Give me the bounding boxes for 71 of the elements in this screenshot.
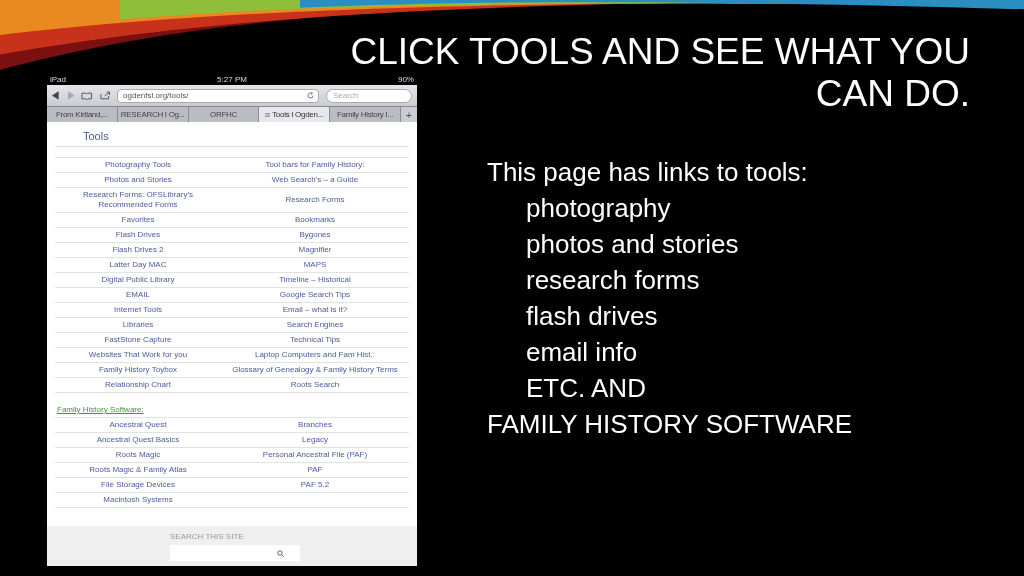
tool-link[interactable]: Web Search’s – a Guide: [221, 172, 409, 187]
tool-link[interactable]: Research Forms: OFSLibrary’s Recommended Forms: [55, 187, 221, 212]
tool-link[interactable]: Search Engines: [221, 317, 409, 332]
tool-link[interactable]: Photography Tools: [55, 157, 221, 172]
browser-tab[interactable]: RESEARCH I Og...: [117, 107, 189, 122]
tool-link[interactable]: Personal Ancestral File (PAF): [221, 447, 409, 462]
clock: 5:27 PM: [217, 75, 247, 84]
tool-link[interactable]: Favorites: [55, 212, 221, 227]
back-icon[interactable]: [52, 91, 60, 100]
bullet-text: FAMILY HISTORY SOFTWARE: [487, 408, 854, 441]
tool-link[interactable]: Family History Toybox: [55, 362, 221, 377]
bullet-text: This page has links to tools:: [487, 156, 809, 189]
tool-link[interactable]: FastStone Capture: [55, 332, 221, 347]
tool-link[interactable]: Roots Magic: [55, 447, 221, 462]
tool-link[interactable]: Photos and Stories: [55, 172, 221, 187]
tool-link[interactable]: Relationship Chart: [55, 377, 221, 392]
slide-title: CLICK TOOLS AND SEE WHAT YOU: [350, 32, 970, 74]
bullet-text: research forms: [525, 264, 701, 297]
tool-link[interactable]: Libraries: [55, 317, 221, 332]
tool-link[interactable]: Tool bars for Family History:: [221, 157, 409, 172]
tool-link[interactable]: Glossary of Genealogy & Family History Terms: [221, 362, 409, 377]
section-link[interactable]: Family History Software:: [57, 405, 144, 414]
search-field[interactable]: Search: [326, 88, 412, 103]
bullet-text: ETC. AND: [525, 372, 647, 405]
tool-link[interactable]: File Storage Devices: [55, 477, 221, 492]
reload-icon[interactable]: [307, 92, 314, 99]
share-icon[interactable]: [99, 91, 111, 100]
menu-icon: [265, 112, 271, 117]
tool-link[interactable]: MAPS: [221, 257, 409, 272]
address-field[interactable]: ogdenfsl.org/tools/: [117, 88, 319, 103]
tool-link[interactable]: Internet Tools: [55, 302, 221, 317]
tool-link[interactable]: Flash Drives 2: [55, 242, 221, 257]
browser-tab[interactable]: From Kirtland,...: [47, 107, 118, 122]
tool-link[interactable]: Roots Search: [221, 377, 409, 392]
tool-link[interactable]: Laptop Computers and Fam Hist.:: [221, 347, 409, 362]
page-heading: Tools: [55, 128, 409, 147]
tool-link[interactable]: Magnifier: [221, 242, 409, 257]
tool-link[interactable]: Ancestral Quest: [55, 417, 221, 432]
tool-link[interactable]: PAF 5.2: [221, 477, 409, 492]
bullet-text: photography: [525, 192, 672, 225]
tool-link[interactable]: Google Search Tips: [221, 287, 409, 302]
browser-tab[interactable]: ORFHC: [188, 107, 260, 122]
tool-link[interactable]: PAF: [221, 462, 409, 477]
tool-link[interactable]: Bygones: [221, 227, 409, 242]
browser-tab[interactable]: Family History I...: [330, 107, 401, 122]
book-icon[interactable]: [81, 91, 93, 100]
tool-link[interactable]: Bookmarks: [221, 212, 409, 227]
tool-link[interactable]: Digital Public Library: [55, 272, 221, 287]
bullet-text: flash drives: [525, 300, 659, 333]
device-name: iPad: [50, 75, 66, 84]
tool-link[interactable]: Technical Tips: [221, 332, 409, 347]
bullet-text: photos and stories: [525, 228, 740, 261]
tool-link[interactable]: Latter Day MAC: [55, 257, 221, 272]
tool-link[interactable]: EMAIL: [55, 287, 221, 302]
tool-link[interactable]: Branches: [221, 417, 409, 432]
tool-link[interactable]: Websites That Work for you: [55, 347, 221, 362]
tool-link[interactable]: Legacy: [221, 432, 409, 447]
search-icon[interactable]: [277, 549, 284, 557]
tool-link[interactable]: Flash Drives: [55, 227, 221, 242]
site-search-field[interactable]: [170, 545, 300, 561]
tool-link[interactable]: Research Forms: [221, 187, 409, 212]
footer-label: SEARCH THIS SITE: [170, 532, 245, 541]
slide-title: CAN DO.: [815, 74, 970, 114]
tool-link[interactable]: Ancestral Quest Basics: [55, 432, 221, 447]
battery-level: 90%: [397, 75, 414, 84]
browser-tab[interactable]: Tools I Ogden...: [259, 107, 331, 122]
tool-link[interactable]: Email – what is it?: [221, 302, 409, 317]
bullet-text: email info: [525, 336, 639, 369]
tool-link[interactable]: Roots Magic & Family Atlas: [55, 462, 221, 477]
tool-link[interactable]: Timeline – Historical: [221, 272, 409, 287]
tool-link[interactable]: Macintosh Systems: [55, 492, 221, 507]
